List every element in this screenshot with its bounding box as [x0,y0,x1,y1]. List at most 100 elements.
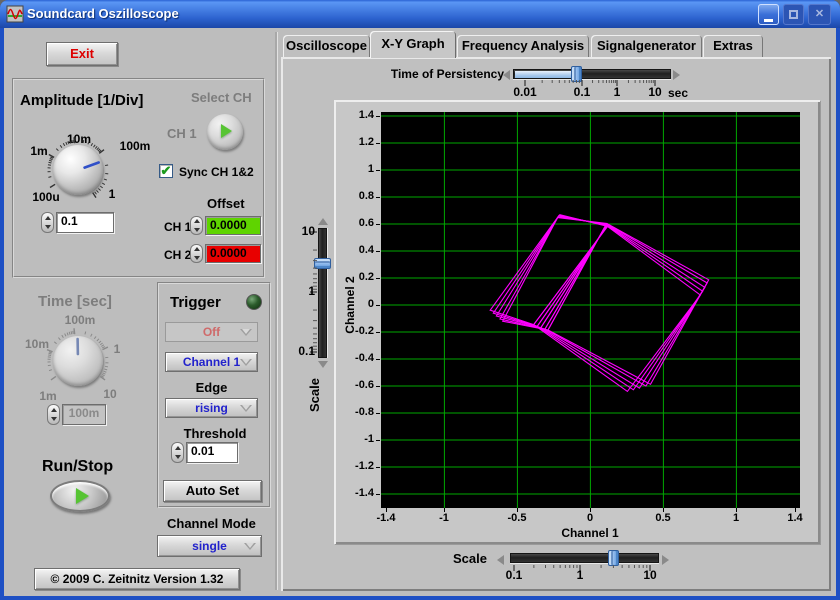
tab-frequency-analysis[interactable]: Frequency Analysis [457,35,589,57]
select-ch-arrow-icon [221,124,232,138]
y-tick-mark [376,170,380,171]
offset-ch1-field[interactable]: 0.0000 [205,216,261,235]
offset-ch2-label: CH 2 [164,248,191,262]
channel-mode-dropdown[interactable]: single [157,535,262,557]
time-knob-label-right: 1 [109,342,125,356]
select-ch1-label: CH 1 [167,126,197,141]
time-value-field[interactable]: 100m [62,404,106,425]
title-bar[interactable]: Soundcard Oszilloscope ✕ [0,0,840,28]
x-tick-mark [795,508,796,512]
amplitude-value-field[interactable]: 0.1 [56,212,114,233]
run-arrow-icon [76,488,89,504]
x-tick-mark [590,508,591,512]
amp-knob-label-bottom-right: 1 [102,187,122,201]
persistency-slider-handle[interactable] [571,66,582,82]
threshold-label: Threshold [165,426,265,441]
x-tick-label: -1.4 [366,512,406,524]
slider-right-arrow-icon[interactable] [662,555,669,565]
x-tick-label: -1 [424,512,464,524]
offset-ch2-field[interactable]: 0.0000 [205,244,261,263]
time-knob-label-bottom-left: 1m [34,389,62,403]
y-tick-mark [376,251,380,252]
slider-right-arrow-icon[interactable] [673,70,680,80]
y-tick-label: -0.4 [342,352,374,364]
trigger-led-icon [246,294,262,310]
y-tick-mark [376,305,380,306]
y-tick-label: 1 [342,163,374,175]
persistency-slider-track[interactable] [513,69,671,79]
x-tick-mark [663,508,664,512]
y-tick-label: -1.4 [342,487,374,499]
x-tick-label: -0.5 [497,512,537,524]
amp-knob-label-right: 100m [113,139,157,153]
tab-oscilloscope[interactable]: Oscilloscope [283,35,370,57]
trigger-mode-value: Off [203,325,220,339]
chevron-down-icon [240,329,252,336]
tab-x-y-graph[interactable]: X-Y Graph [370,31,456,58]
offset-ch2-spinner[interactable] [190,244,203,263]
persistency-tick-label: 0.1 [564,85,600,99]
amp-knob-label-bottom-left: 100u [26,190,66,204]
select-ch-label: Select CH [191,90,261,105]
trigger-mode-dropdown[interactable]: Off [165,322,258,342]
offset-ch1-spinner[interactable] [190,216,203,235]
y-tick-label: 0.6 [342,217,374,229]
hscale-tick-label: 0.1 [496,568,532,582]
auto-set-button[interactable]: Auto Set [163,480,262,502]
xy-plot [381,112,800,508]
vscale-slider-track[interactable] [318,228,327,358]
trigger-edge-dropdown[interactable]: rising [165,398,258,418]
time-spinner[interactable] [47,404,60,425]
y-tick-label: 1.4 [342,109,374,121]
threshold-field[interactable]: 0.01 [186,442,238,463]
threshold-spinner[interactable] [171,442,184,463]
run-stop-label: Run/Stop [42,458,113,476]
trigger-source-dropdown[interactable]: Channel 1 [165,352,258,372]
trigger-edge-value: rising [195,401,228,415]
chevron-down-icon [240,405,252,412]
persistency-tick-label: 10 [637,85,673,99]
y-tick-label: -1.2 [342,460,374,472]
hscale-slider-track[interactable] [510,553,659,563]
slider-up-arrow-icon[interactable] [318,218,328,225]
window-title: Soundcard Oszilloscope [27,6,179,21]
persistency-tick-label: 0.01 [507,85,543,99]
copyright-badge: © 2009 C. Zeitnitz Version 1.32 [34,568,240,590]
hscale-tick-label: 1 [562,568,598,582]
persistency-tick-label: 1 [599,85,635,99]
amplitude-knob[interactable] [53,145,103,195]
edge-label: Edge [165,380,258,395]
tab-extras[interactable]: Extras [703,35,763,57]
time-knob[interactable] [53,336,103,386]
y-tick-label: 0.2 [342,271,374,283]
sync-checkbox[interactable]: ✔ [159,164,173,178]
y-tick-mark [376,359,380,360]
vscale-tick-label: 10 [285,224,315,238]
amplitude-spinner[interactable] [41,212,54,233]
y-tick-mark [376,494,380,495]
x-tick-label: 0 [570,512,610,524]
time-knob-label-bottom-right: 10 [100,387,120,401]
slider-left-arrow-icon[interactable] [497,555,504,565]
y-tick-mark [376,143,380,144]
vscale-tick-label: 1 [285,284,315,298]
trigger-panel [157,282,271,508]
minimize-button[interactable] [758,4,779,25]
app-icon [6,5,24,23]
slider-left-arrow-icon[interactable] [503,70,510,80]
chevron-down-icon [244,543,256,550]
hscale-slider-handle[interactable] [608,550,619,566]
maximize-button[interactable] [783,4,804,25]
trigger-title: Trigger [170,294,221,311]
y-tick-label: 1.2 [342,136,374,148]
trigger-source-value: Channel 1 [183,355,240,369]
vscale-slider-handle[interactable] [314,258,331,269]
close-button[interactable]: ✕ [808,4,831,25]
exit-button[interactable]: Exit [46,42,118,66]
y-tick-label: 0.4 [342,244,374,256]
y-tick-label: 0 [342,298,374,310]
y-tick-label: -0.2 [342,325,374,337]
tab-signalgenerator[interactable]: Signalgenerator [591,35,702,57]
hscale-tick-label: 10 [632,568,668,582]
x-tick-label: 0.5 [643,512,683,524]
